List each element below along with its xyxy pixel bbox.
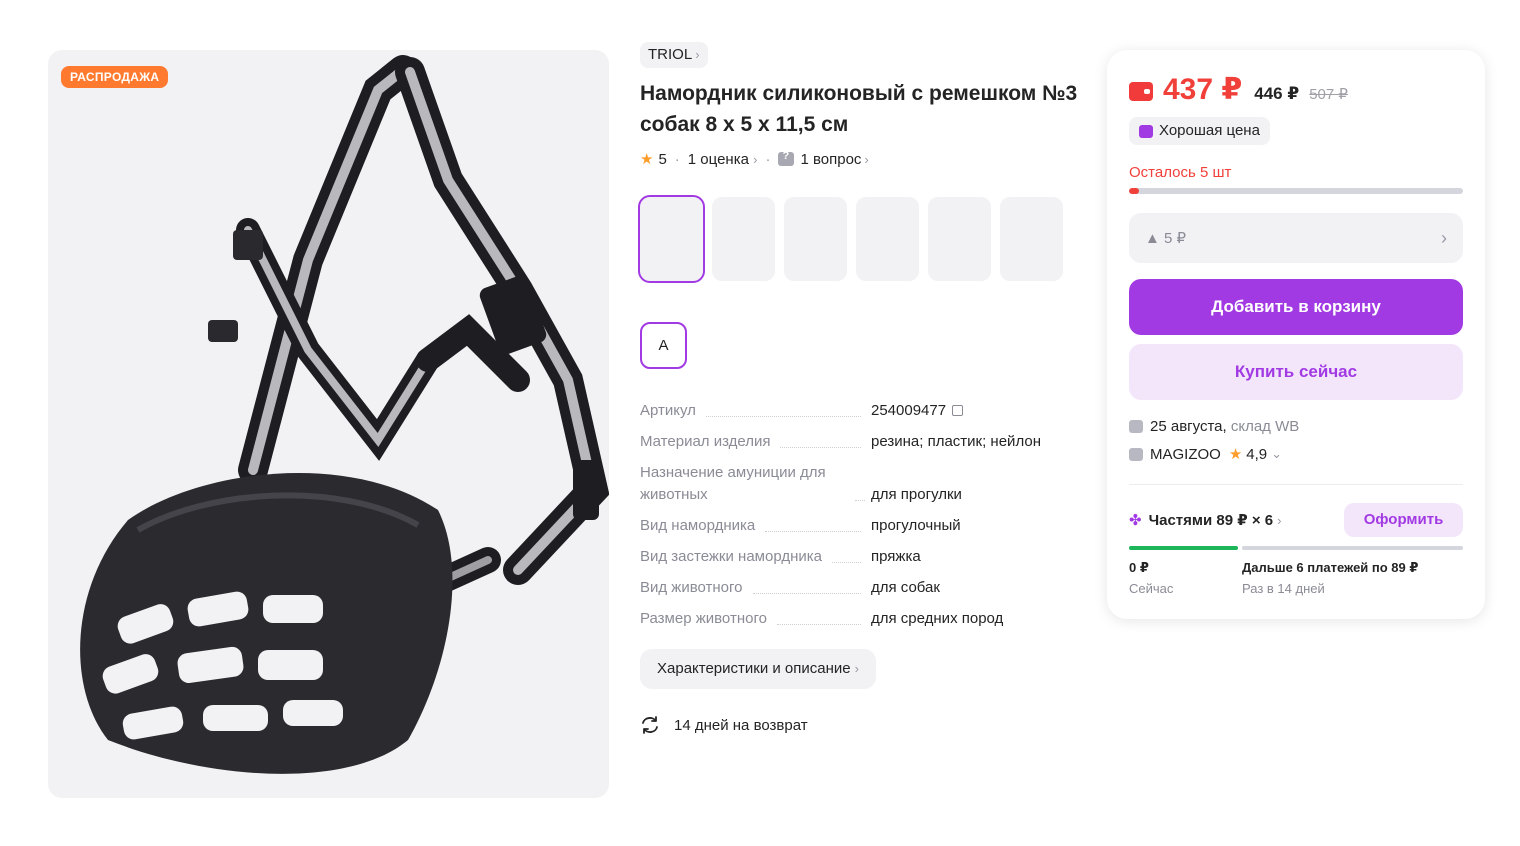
installments-icon: ✤ (1129, 512, 1142, 529)
description-button-label: Характеристики и описание (657, 660, 851, 677)
chevron-right-icon: › (1441, 227, 1447, 248)
chevron-right-icon: › (1277, 512, 1282, 528)
payment-now: 0 ₽ Сейчас (1129, 560, 1173, 596)
stock-progress-fill (1129, 188, 1140, 194)
spec-key: Вид застежки намордника (640, 548, 822, 565)
spec-value: резина; пластик; нейлон (871, 433, 1041, 450)
star-icon: ★ (640, 151, 654, 168)
spec-value: для прогулки (871, 486, 962, 503)
separator-dot: · (674, 150, 680, 168)
purchase-card: 437 ₽ 446 ₽ 507 ₽ Хорошая цена Осталось … (1107, 50, 1485, 619)
product-title: Намордник силиконовый с ремешком №3 соба… (640, 82, 1078, 136)
payment-later-bar (1242, 546, 1463, 550)
thumbnail-6[interactable] (1000, 197, 1063, 281)
spec-row: Вид намордника прогулочный (640, 515, 1080, 537)
separator-dot: · (765, 150, 771, 168)
payment-now-bar (1129, 546, 1238, 550)
description-button[interactable]: Характеристики и описание › (640, 649, 876, 689)
buy-now-button[interactable]: Купить сейчас (1129, 344, 1463, 400)
good-price-badge[interactable]: Хорошая цена (1129, 117, 1270, 145)
good-price-label: Хорошая цена (1159, 122, 1260, 139)
spec-key: Вид намордника (640, 517, 756, 534)
seller-rating: 4,9 (1246, 445, 1268, 463)
spec-row: Вид застежки намордника пряжка (640, 546, 1080, 568)
price-row: 437 ₽ 446 ₽ 507 ₽ (1129, 72, 1348, 107)
chevron-down-icon: ⌄ (1271, 446, 1283, 461)
stock-left: Осталось 5 шт (1129, 164, 1232, 181)
chevron-right-icon: › (695, 47, 700, 62)
chevron-right-icon: › (753, 151, 758, 167)
spec-value: для собак (871, 579, 940, 596)
spec-key: Материал изделия (640, 433, 771, 450)
divider (1129, 484, 1463, 485)
delivery-date: 25 августа, (1150, 418, 1227, 435)
spec-key: Артикул (640, 402, 696, 419)
spec-key: Размер животного (640, 610, 767, 627)
rating-value: 5 (658, 150, 667, 168)
spec-row: Вид животного для собак (640, 577, 1080, 599)
payment-later-label: Раз в 14 дней (1242, 581, 1325, 596)
price-current: 437 ₽ (1163, 73, 1243, 106)
discount-value: ▲ 5 ₽ (1145, 230, 1187, 247)
payment-later-value: Дальше 6 платежей по 89 ₽ (1242, 560, 1419, 575)
wallet-icon (1129, 82, 1153, 101)
installments-link[interactable]: ✤ Частями 89 ₽ × 6 › (1129, 511, 1281, 529)
spec-row: Артикул 254009477 (640, 400, 1080, 422)
thumbnail-2[interactable] (712, 197, 775, 281)
chevron-right-icon: › (864, 151, 869, 167)
thumbnail-gallery (638, 195, 1063, 283)
shop-icon (1129, 447, 1143, 461)
spec-value: для средних пород (871, 610, 1004, 627)
reviews-link[interactable]: 1 оценка › (688, 151, 758, 168)
specs-table: Артикул 254009477 Материал изделия резин… (640, 400, 1080, 639)
spec-value: 254009477 (871, 402, 947, 419)
thumbs-up-icon (1139, 124, 1153, 138)
seller-info[interactable]: MAGIZOO ★ 4,9 ⌄ (1129, 445, 1282, 463)
rating-row: ★ 5 · 1 оценка › · 1 вопрос › (640, 149, 869, 169)
thumbnail-4[interactable] (856, 197, 919, 281)
questions-link[interactable]: 1 вопрос › (778, 150, 869, 168)
star-icon: ★ (1228, 446, 1243, 463)
price-old: 507 ₽ (1309, 86, 1348, 103)
reviews-count: 1 оценка (687, 150, 749, 168)
payment-now-value: 0 ₽ (1129, 560, 1149, 575)
delivery-warehouse: склад WB (1230, 418, 1300, 435)
chevron-right-icon: › (854, 661, 859, 676)
discount-selector[interactable]: ▲ 5 ₽ › (1129, 213, 1463, 263)
seller-name: MAGIZOO (1150, 445, 1221, 463)
brand-name: TRIOL (648, 46, 693, 63)
thumbnail-3[interactable] (784, 197, 847, 281)
spec-row: Назначение амуниции для животных для про… (640, 462, 1080, 506)
price-without-wallet: 446 ₽ (1254, 84, 1300, 103)
payment-now-label: Сейчас (1129, 581, 1174, 596)
spec-key: Назначение амуниции для животных (640, 464, 826, 503)
return-text: 14 дней на возврат (674, 716, 808, 734)
stock-progress-bar (1129, 188, 1463, 194)
thumbnail-5[interactable] (928, 197, 991, 281)
payment-later: Дальше 6 платежей по 89 ₽ Раз в 14 дней (1242, 560, 1418, 596)
installments-label: Частями 89 ₽ × 6 (1148, 512, 1274, 529)
spec-row: Размер животного для средних пород (640, 608, 1080, 630)
spec-value: прогулочный (871, 517, 961, 534)
checkout-installments-button[interactable]: Оформить (1344, 503, 1463, 537)
questions-count: 1 вопрос (800, 150, 862, 168)
muzzle-illustration (80, 55, 609, 774)
spec-value: пряжка (871, 548, 921, 565)
product-main-image[interactable] (48, 50, 609, 798)
thumbnail-1[interactable] (638, 195, 705, 283)
box-icon (1129, 420, 1143, 433)
return-arrows-icon (642, 716, 658, 734)
add-to-cart-button[interactable]: Добавить в корзину (1129, 279, 1463, 335)
copy-icon[interactable] (952, 405, 964, 416)
question-icon (778, 150, 795, 166)
return-info: 14 дней на возврат (640, 715, 808, 735)
size-option[interactable]: A (640, 322, 687, 369)
brand-link[interactable]: TRIOL › (640, 42, 708, 68)
sale-badge: РАСПРОДАЖА (61, 66, 169, 88)
spec-row: Материал изделия резина; пластик; нейлон (640, 431, 1080, 453)
delivery-info: 25 августа, склад WB (1129, 418, 1299, 435)
spec-key: Вид животного (640, 579, 743, 596)
